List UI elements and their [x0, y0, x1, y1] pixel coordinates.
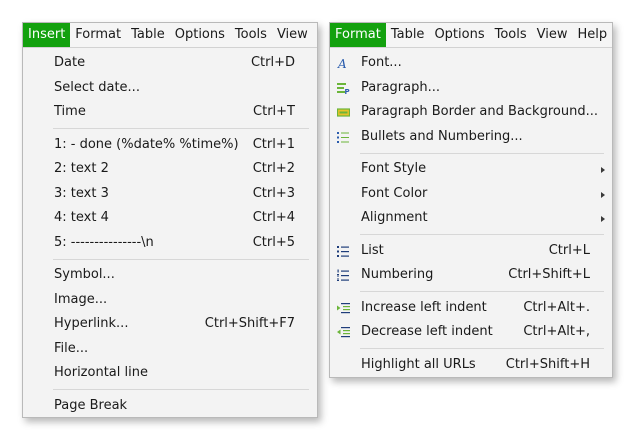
menu-separator	[53, 389, 309, 390]
menubar-view[interactable]: View	[532, 23, 573, 47]
format-menu-window: Format Table Options Tools View Help A F…	[329, 22, 613, 378]
svg-text:A: A	[337, 57, 347, 70]
menu-separator	[360, 152, 604, 154]
menu-item-time[interactable]: Time Ctrl+T	[23, 100, 317, 125]
menu-separator	[360, 291, 604, 292]
menu-item-increase-indent[interactable]: Increase left indent Ctrl+Alt+.	[330, 296, 612, 321]
menubar-format[interactable]: Format	[70, 23, 126, 47]
menu-item-numbering[interactable]: Numbering Ctrl+Shift+L	[330, 263, 612, 288]
menu-item-font-color[interactable]: Font Color	[330, 182, 612, 207]
menu-item-paragraph[interactable]: P Paragraph...	[330, 76, 612, 101]
menu-item-horizontal-line[interactable]: Horizontal line	[23, 361, 317, 386]
format-dropdown-menu: A Font... P Paragraph... Paragraph Borde…	[330, 48, 612, 377]
menu-item-image[interactable]: Image...	[23, 288, 317, 313]
menu-separator	[360, 348, 604, 349]
menu-item-page-break[interactable]: Page Break	[23, 394, 317, 419]
menubar-help[interactable]: Help	[573, 23, 613, 47]
menubar-format[interactable]: Format	[330, 23, 386, 47]
insert-dropdown-menu: Date Ctrl+D Select date... Time Ctrl+T 1: …	[23, 48, 317, 418]
menubar-view[interactable]: View	[272, 23, 313, 47]
decrease-indent-icon	[337, 326, 350, 339]
menu-item-text-4[interactable]: 4: text 4 Ctrl+4	[23, 206, 317, 231]
bullets-numbering-icon	[337, 131, 350, 144]
menu-item-symbol[interactable]: Symbol...	[23, 263, 317, 288]
menubar-table[interactable]: Table	[386, 23, 430, 47]
paragraph-icon: P	[337, 82, 350, 95]
list-icon	[337, 245, 350, 258]
menu-item-font-style[interactable]: Font Style	[330, 157, 612, 182]
submenu-arrow-icon	[601, 216, 605, 222]
submenu-arrow-icon	[601, 167, 605, 173]
menu-item-select-date[interactable]: Select date...	[23, 76, 317, 101]
menu-item-paragraph-border[interactable]: Paragraph Border and Background...	[330, 100, 612, 125]
menu-item-decrease-indent[interactable]: Decrease left indent Ctrl+Alt+,	[330, 320, 612, 345]
menu-separator	[53, 128, 309, 129]
menu-item-hyperlink[interactable]: Hyperlink... Ctrl+Shift+F7	[23, 312, 317, 337]
menu-item-date[interactable]: Date Ctrl+D	[23, 51, 317, 76]
menubar-tools[interactable]: Tools	[230, 23, 272, 47]
menu-item-file[interactable]: File...	[23, 337, 317, 362]
menu-item-font[interactable]: A Font...	[330, 51, 612, 76]
menubar-insert[interactable]: Insert	[23, 23, 71, 47]
menu-item-highlight-urls[interactable]: Highlight all URLs Ctrl+Shift+H	[330, 353, 612, 378]
menubar: Insert Format Table Options Tools View	[23, 23, 317, 48]
submenu-arrow-icon	[601, 191, 605, 198]
menubar-tools[interactable]: Tools	[490, 23, 532, 47]
menu-item-bullets-numbering[interactable]: Bullets and Numbering...	[330, 125, 612, 150]
menu-separator	[53, 258, 309, 260]
border-background-icon	[337, 106, 350, 119]
menubar: Format Table Options Tools View Help	[330, 23, 612, 48]
font-icon: A	[337, 57, 350, 70]
menu-item-text-5[interactable]: 5: ---------------\n Ctrl+5	[23, 231, 317, 256]
menu-separator	[360, 234, 604, 235]
menubar-options[interactable]: Options	[429, 23, 489, 47]
menu-item-list[interactable]: List Ctrl+L	[330, 239, 612, 264]
increase-indent-icon	[337, 302, 350, 315]
menu-item-text-1[interactable]: 1: - done (%date% %time%) Ctrl+1	[23, 133, 317, 158]
insert-menu-window: Insert Format Table Options Tools View D…	[22, 22, 318, 418]
svg-text:P: P	[345, 88, 350, 95]
menu-item-text-3[interactable]: 3: text 3 Ctrl+3	[23, 182, 317, 207]
menu-item-alignment[interactable]: Alignment	[330, 206, 612, 231]
menu-item-text-2[interactable]: 2: text 2 Ctrl+2	[23, 157, 317, 182]
menubar-table[interactable]: Table	[126, 23, 170, 47]
numbering-icon	[337, 269, 350, 282]
menubar-options[interactable]: Options	[170, 23, 230, 47]
